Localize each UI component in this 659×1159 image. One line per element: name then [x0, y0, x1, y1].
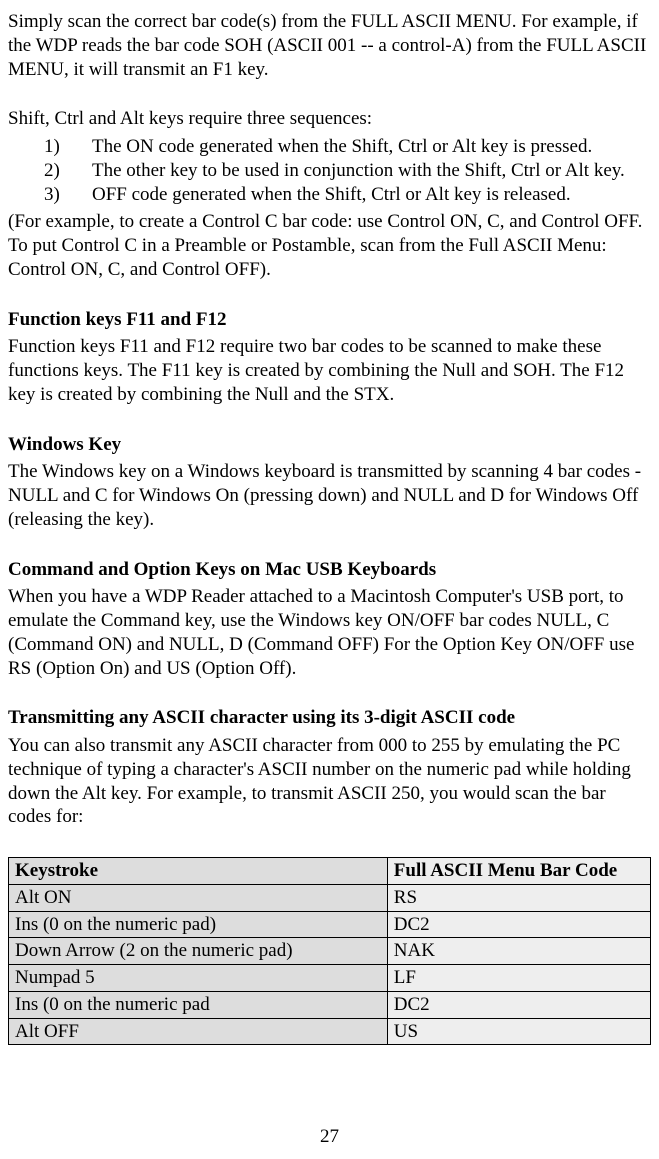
list-item: 3) OFF code generated when the Shift, Ct…	[8, 183, 651, 207]
heading-ascii-transmit: Transmitting any ASCII character using i…	[8, 706, 651, 730]
cell-barcode: RS	[387, 884, 650, 911]
cell-keystroke: Alt ON	[9, 884, 388, 911]
list-number: 2)	[8, 159, 76, 183]
cell-barcode: LF	[387, 965, 650, 992]
paragraph-intro: Simply scan the correct bar code(s) from…	[8, 10, 651, 81]
list-number: 1)	[8, 135, 76, 159]
table-header-keystroke: Keystroke	[9, 858, 388, 885]
table-row: Alt ON RS	[9, 884, 651, 911]
cell-barcode: DC2	[387, 991, 650, 1018]
cell-barcode: NAK	[387, 938, 650, 965]
list-text: The other key to be used in conjunction …	[76, 159, 651, 183]
ordered-list: 1) The ON code generated when the Shift,…	[8, 135, 651, 206]
list-text: The ON code generated when the Shift, Ct…	[76, 135, 651, 159]
table-row: Down Arrow (2 on the numeric pad) NAK	[9, 938, 651, 965]
cell-keystroke: Down Arrow (2 on the numeric pad)	[9, 938, 388, 965]
list-text: OFF code generated when the Shift, Ctrl …	[76, 183, 651, 207]
cell-keystroke: Ins (0 on the numeric pad)	[9, 911, 388, 938]
paragraph-example: (For example, to create a Control C bar …	[8, 210, 651, 281]
heading-f11-f12: Function keys F11 and F12	[8, 308, 651, 332]
table-row: Numpad 5 LF	[9, 965, 651, 992]
page-number: 27	[8, 1125, 651, 1149]
cell-keystroke: Alt OFF	[9, 1018, 388, 1045]
paragraph-f11-f12: Function keys F11 and F12 require two ba…	[8, 335, 651, 406]
table-header-barcode: Full ASCII Menu Bar Code	[387, 858, 650, 885]
cell-barcode: US	[387, 1018, 650, 1045]
table-row: Ins (0 on the numeric pad) DC2	[9, 911, 651, 938]
table-row: Alt OFF US	[9, 1018, 651, 1045]
cell-keystroke: Ins (0 on the numeric pad	[9, 991, 388, 1018]
paragraph-sequences-intro: Shift, Ctrl and Alt keys require three s…	[8, 107, 651, 131]
paragraph-ascii-transmit: You can also transmit any ASCII characte…	[8, 734, 651, 829]
list-item: 1) The ON code generated when the Shift,…	[8, 135, 651, 159]
table-row: Ins (0 on the numeric pad DC2	[9, 991, 651, 1018]
paragraph-mac-keys: When you have a WDP Reader attached to a…	[8, 585, 651, 680]
paragraph-windows-key: The Windows key on a Windows keyboard is…	[8, 460, 651, 531]
cell-keystroke: Numpad 5	[9, 965, 388, 992]
list-item: 2) The other key to be used in conjuncti…	[8, 159, 651, 183]
ascii-table: Keystroke Full ASCII Menu Bar Code Alt O…	[8, 857, 651, 1045]
heading-windows-key: Windows Key	[8, 433, 651, 457]
list-number: 3)	[8, 183, 76, 207]
cell-barcode: DC2	[387, 911, 650, 938]
heading-mac-keys: Command and Option Keys on Mac USB Keybo…	[8, 558, 651, 582]
